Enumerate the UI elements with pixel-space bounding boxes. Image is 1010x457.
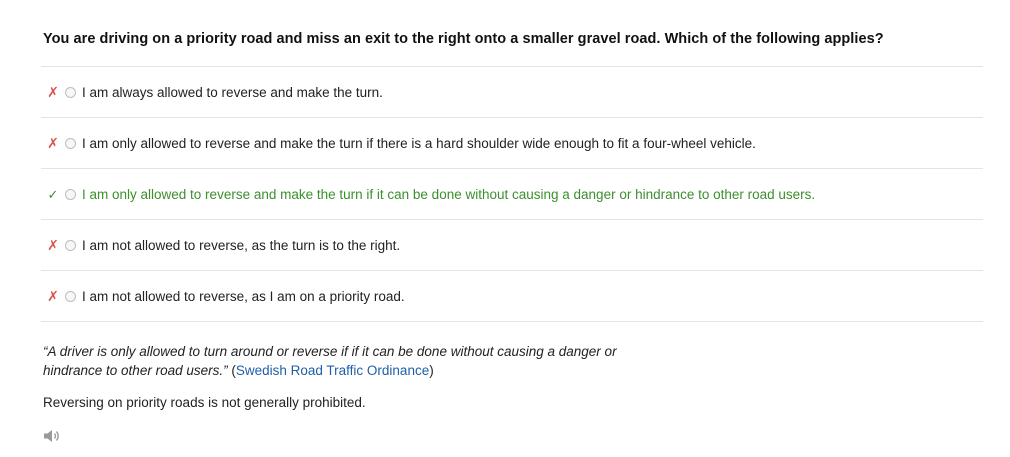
cross-icon: ✗ xyxy=(47,135,59,151)
explanation-quote-line-1: “A driver is only allowed to turn around… xyxy=(43,344,617,359)
answer-options-list: ✗ I am always allowed to reverse and mak… xyxy=(41,66,983,322)
source-close-paren: ) xyxy=(429,363,434,378)
answer-option-3[interactable]: ✓ I am only allowed to reverse and make … xyxy=(41,169,983,220)
answer-option-5[interactable]: ✗ I am not allowed to reverse, as I am o… xyxy=(41,271,983,322)
answer-option-4[interactable]: ✗ I am not allowed to reverse, as the tu… xyxy=(41,220,983,271)
explanation-note: Reversing on priority roads is not gener… xyxy=(43,395,366,410)
answer-option-text: I am only allowed to reverse and make th… xyxy=(82,186,816,202)
speaker-icon[interactable] xyxy=(43,428,63,444)
explanation: “A driver is only allowed to turn around… xyxy=(43,342,663,380)
cross-icon: ✗ xyxy=(47,84,59,100)
answer-option-2[interactable]: ✗ I am only allowed to reverse and make … xyxy=(41,118,983,169)
answer-option-1[interactable]: ✗ I am always allowed to reverse and mak… xyxy=(41,67,983,118)
explanation-quote-line-2: hindrance to other road users.” xyxy=(43,363,228,378)
radio-button[interactable] xyxy=(65,290,76,302)
source-open-paren: ( xyxy=(227,363,236,378)
answer-option-text: I am not allowed to reverse, as the turn… xyxy=(82,237,401,253)
cross-icon: ✗ xyxy=(47,237,59,253)
radio-button[interactable] xyxy=(65,188,76,200)
check-icon: ✓ xyxy=(47,186,59,202)
answer-option-text: I am only allowed to reverse and make th… xyxy=(82,135,756,151)
question-text: You are driving on a priority road and m… xyxy=(43,31,884,47)
radio-button[interactable] xyxy=(65,137,76,149)
radio-button[interactable] xyxy=(65,239,76,251)
answer-option-text: I am not allowed to reverse, as I am on … xyxy=(82,288,405,304)
cross-icon: ✗ xyxy=(47,288,59,304)
source-link[interactable]: Swedish Road Traffic Ordinance xyxy=(236,363,429,378)
radio-button[interactable] xyxy=(65,86,76,98)
quiz-container: You are driving on a priority road and m… xyxy=(0,0,1010,457)
answer-option-text: I am always allowed to reverse and make … xyxy=(82,84,383,100)
